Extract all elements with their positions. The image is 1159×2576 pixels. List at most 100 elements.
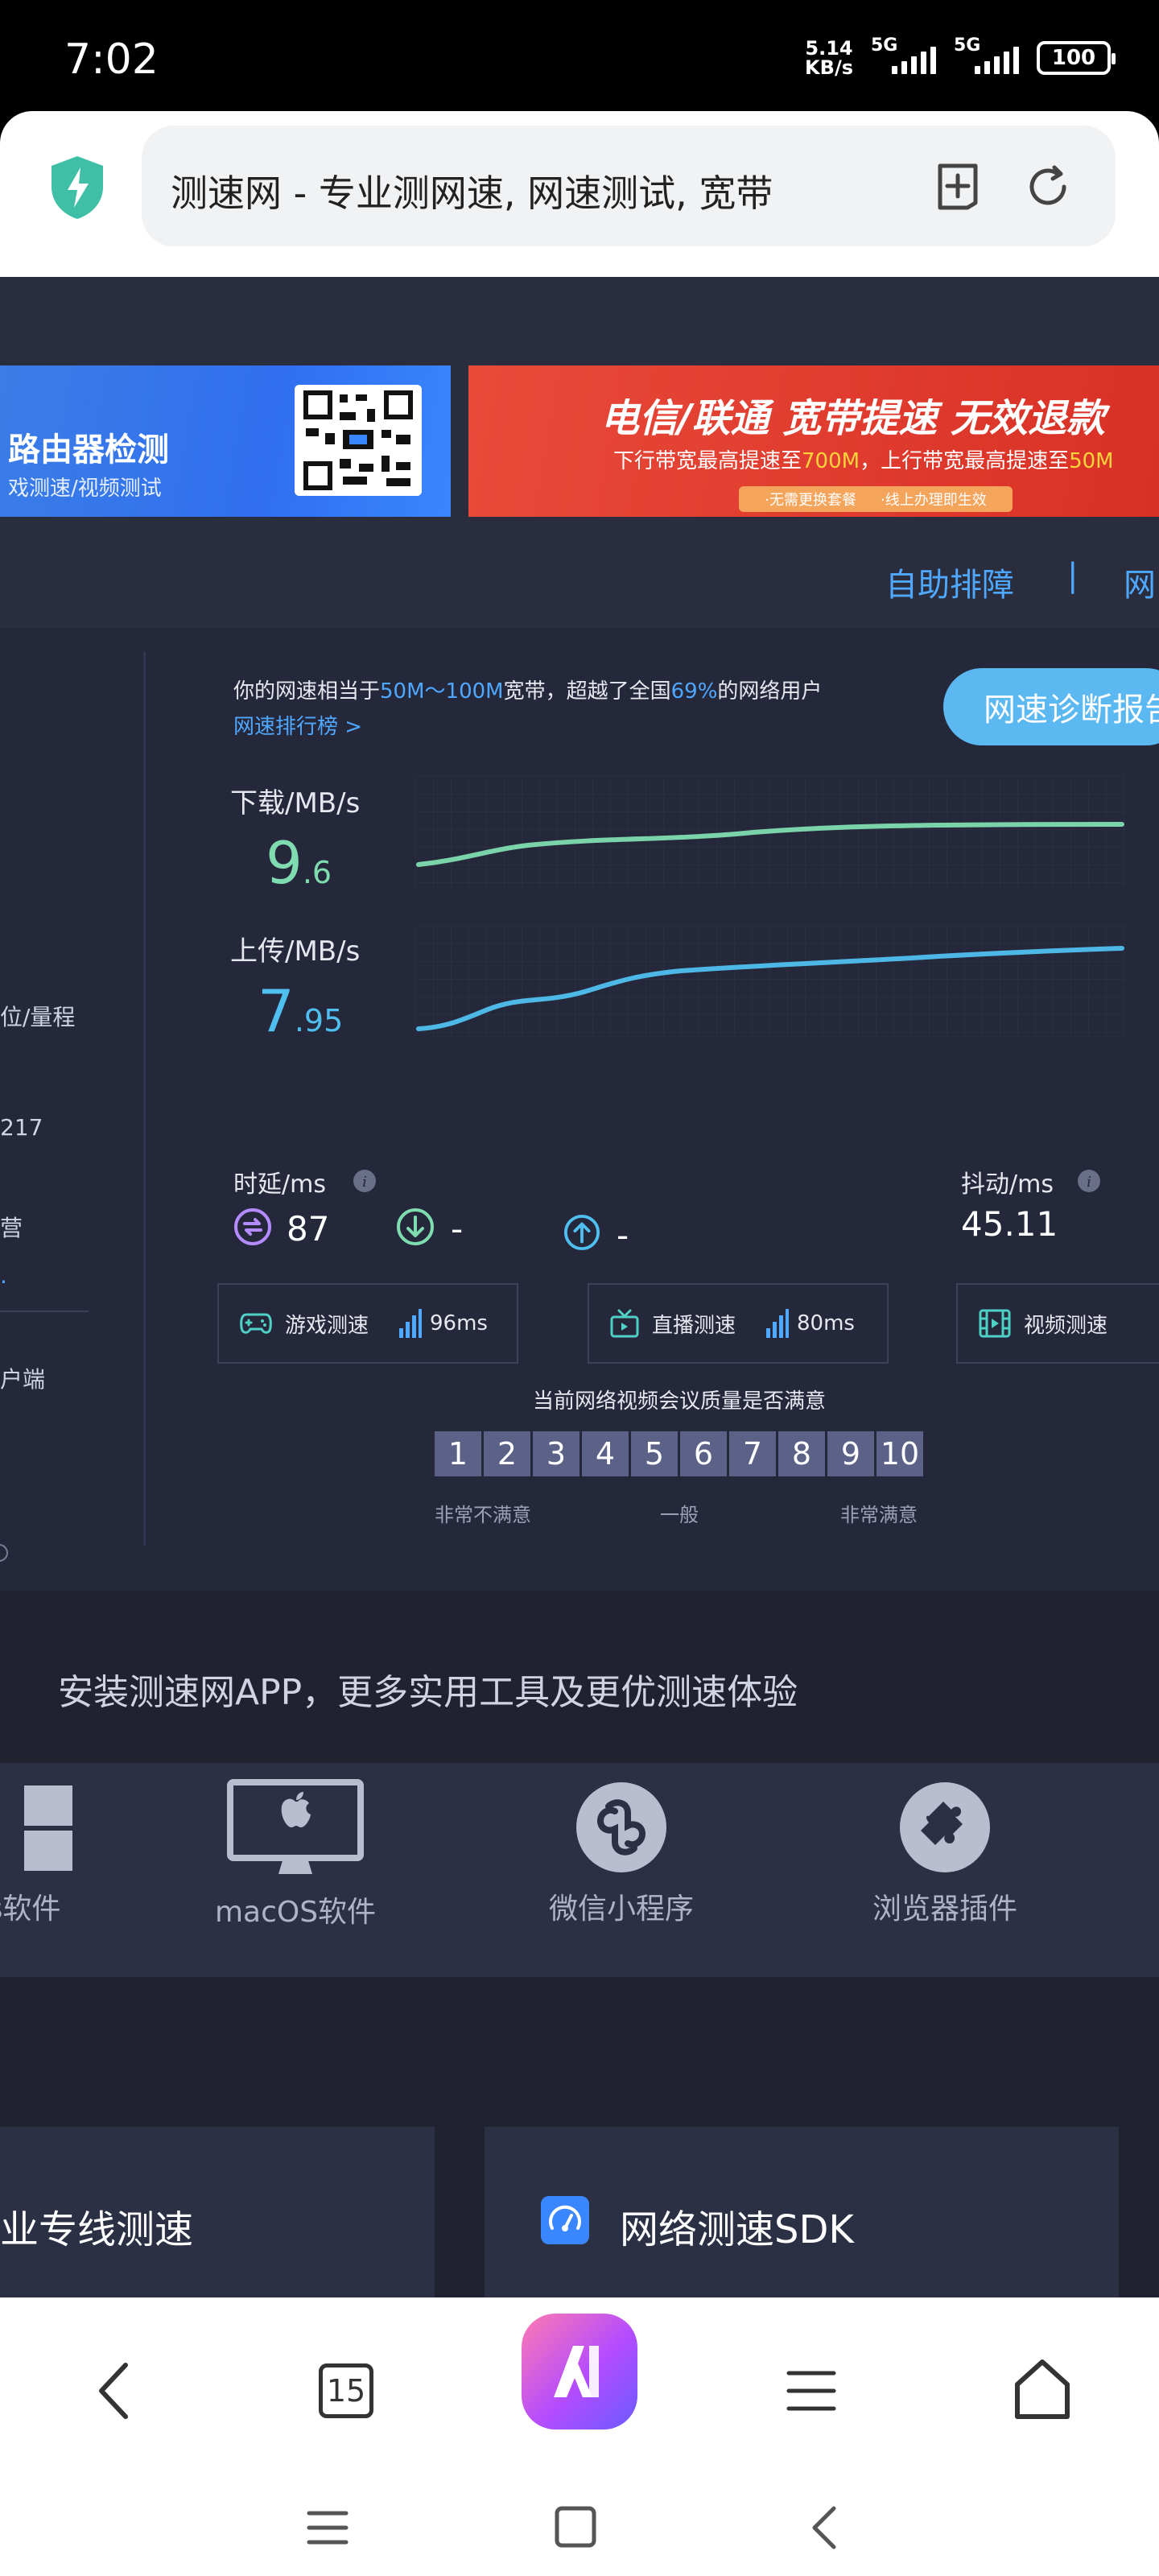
system-recents-icon[interactable] [306, 2508, 349, 2547]
tabs-icon[interactable]: 15 [319, 2363, 373, 2418]
add-bookmark-icon[interactable] [932, 161, 984, 213]
app-browser-extension[interactable]: 浏览器插件 [856, 1779, 1033, 1927]
diagnosis-report-button[interactable]: 网速诊断报告 [943, 668, 1159, 745]
app-browser-label: 浏览器插件 [872, 1893, 1017, 1926]
game-speed-test-label: 游戏测速 [285, 1313, 369, 1338]
puzzle-icon [900, 1782, 990, 1872]
rating-option[interactable]: 1 [435, 1431, 481, 1476]
upload-label: 上传/MB/s [230, 935, 361, 968]
rating-option[interactable]: 3 [533, 1431, 580, 1476]
rating-option[interactable]: 10 [876, 1431, 923, 1476]
panel-divider [143, 652, 146, 1546]
rating-scale: 1 2 3 4 5 6 7 8 9 10 [435, 1431, 923, 1476]
game-speed-test-card[interactable]: 游戏测速 96ms [217, 1283, 518, 1364]
film-icon [979, 1309, 1011, 1338]
rating-option[interactable]: 7 [729, 1431, 776, 1476]
download-value: 9.6 [266, 829, 332, 897]
router-ad-subtitle: 戏测速/视频测试 [8, 477, 162, 501]
side-info-client: 户端 [0, 1366, 46, 1393]
rating-option[interactable]: 9 [827, 1431, 874, 1476]
menu-icon[interactable] [786, 2367, 837, 2415]
wechat-miniprogram-icon [576, 1782, 666, 1872]
video-speed-test-card[interactable]: 视频测速 [956, 1283, 1159, 1364]
download-speed-chart [415, 776, 1125, 889]
speed-summary: 你的网速相当于50M～100M宽带，超越了全国69%的网络用户 [233, 679, 823, 704]
side-divider [0, 1311, 89, 1312]
side-info-unit: 位/量程 [0, 1004, 76, 1030]
rating-option[interactable]: 5 [631, 1431, 678, 1476]
signal-icon-sim2: 5G [954, 35, 1019, 74]
rating-low-label: 非常不满意 [435, 1504, 531, 1526]
web-page: 路由器检测 戏测速/视频测试 电信/联通 宽带提速 无效退款 下行带宽最高提速至… [0, 277, 1159, 2297]
speed-ranking-link[interactable]: 网速排行榜 > [233, 710, 362, 740]
router-ad-title: 路由器检测 [8, 431, 169, 469]
network-speed-value: 5.14 [805, 37, 853, 60]
broadband-ad-banner[interactable]: 电信/联通 宽带提速 无效退款 下行带宽最高提速至700M，上行带宽最高提速至5… [468, 365, 1159, 517]
rating-option[interactable]: 6 [680, 1431, 727, 1476]
rating-option[interactable]: 8 [778, 1431, 825, 1476]
download-label: 下载/MB/s [230, 787, 361, 819]
broadband-ad-pill: ·无需更换套餐 ·线上办理即生效 [739, 486, 1013, 512]
system-back-icon[interactable] [808, 2504, 840, 2552]
broadband-ad-subtitle: 下行带宽最高提速至700M，上行带宽最高提速至50M [613, 449, 1114, 473]
system-home-icon[interactable] [554, 2505, 597, 2549]
ai-assistant-icon[interactable] [522, 2314, 637, 2429]
back-icon[interactable] [90, 2359, 138, 2423]
sdk-title: 网络测速SDK [620, 2207, 854, 2252]
speed-result-panel: 位/量程 217 营 · 户端 你的网速相当于50M～100M宽带，超越了全国6… [0, 628, 1159, 1591]
download-latency-icon [397, 1208, 434, 1245]
svg-text:i: i [362, 1174, 367, 1191]
side-info-icon [0, 1544, 8, 1562]
rating-option[interactable]: 4 [582, 1431, 629, 1476]
broadband-ad-title: 电信/联通 宽带提速 无效退款 [600, 396, 1105, 441]
network-speed: 5.14 KB/s [805, 39, 853, 77]
latency-value: 87 [287, 1209, 330, 1249]
windows-icon [24, 1785, 72, 1871]
signal-strength-icon [766, 1309, 790, 1338]
imac-icon [227, 1779, 364, 1874]
upload-latency-value: - [617, 1216, 629, 1255]
app-wechat-miniprogram[interactable]: 微信小程序 [533, 1779, 710, 1927]
svg-text:i: i [1087, 1174, 1091, 1191]
shield-icon[interactable] [48, 155, 106, 221]
jitter-label: 抖动/ms [961, 1170, 1054, 1199]
url-field[interactable]: 测速网 - 专业测网速, 网速测试, 宽带 [142, 126, 1116, 246]
app-windows-label: s软件 [0, 1893, 61, 1926]
latency-label: 时延/ms [233, 1170, 326, 1199]
browser-address-bar: 测速网 - 专业测网速, 网速测试, 宽带 [0, 111, 1159, 277]
status-time: 7:02 [64, 35, 159, 84]
live-speed-test-card[interactable]: 直播测速 80ms [588, 1283, 889, 1364]
download-latency-value: - [451, 1209, 464, 1249]
live-speed-test-label: 直播测速 [652, 1313, 736, 1338]
home-icon[interactable] [1013, 2357, 1072, 2421]
rating-high-label: 非常满意 [840, 1504, 918, 1526]
nav-separator: | [1067, 557, 1079, 594]
live-ping: 80ms [766, 1309, 855, 1338]
side-info-ip: 217 [0, 1114, 43, 1141]
router-ad-banner[interactable]: 路由器检测 戏测速/视频测试 [0, 365, 451, 517]
game-ping: 96ms [399, 1309, 488, 1338]
rating-question: 当前网络视频会议质量是否满意 [533, 1389, 827, 1414]
info-icon[interactable]: i [353, 1169, 377, 1193]
leased-line-title: 业专线测速 [0, 2207, 194, 2252]
signal-strength-icon [399, 1309, 423, 1338]
refresh-icon[interactable] [1022, 161, 1074, 213]
rating-mid-label: 一般 [660, 1504, 699, 1526]
upload-speed-chart [415, 926, 1125, 1038]
info-icon[interactable]: i [1077, 1169, 1101, 1193]
status-bar: 7:02 5.14 KB/s 5G 5G 100 [0, 0, 1159, 113]
app-windows[interactable]: s软件 [0, 1779, 97, 1927]
app-macos[interactable]: macOS软件 [211, 1779, 380, 1930]
tv-icon [610, 1309, 639, 1338]
nav-link-next[interactable]: 网 [1124, 559, 1156, 605]
nav-link-self-help[interactable]: 自助排障 [885, 559, 1014, 605]
side-info-link[interactable]: · [0, 1269, 7, 1295]
gamepad-icon [240, 1313, 272, 1334]
side-info-isp: 营 [0, 1215, 23, 1241]
video-speed-test-label: 视频测速 [1024, 1313, 1108, 1338]
speedometer-icon [541, 2196, 589, 2244]
url-title: 测速网 - 专业测网速, 网速测试, 宽带 [171, 171, 773, 215]
rating-option[interactable]: 2 [484, 1431, 530, 1476]
battery-icon: 100 [1037, 41, 1116, 75]
qr-code-icon [295, 385, 422, 496]
